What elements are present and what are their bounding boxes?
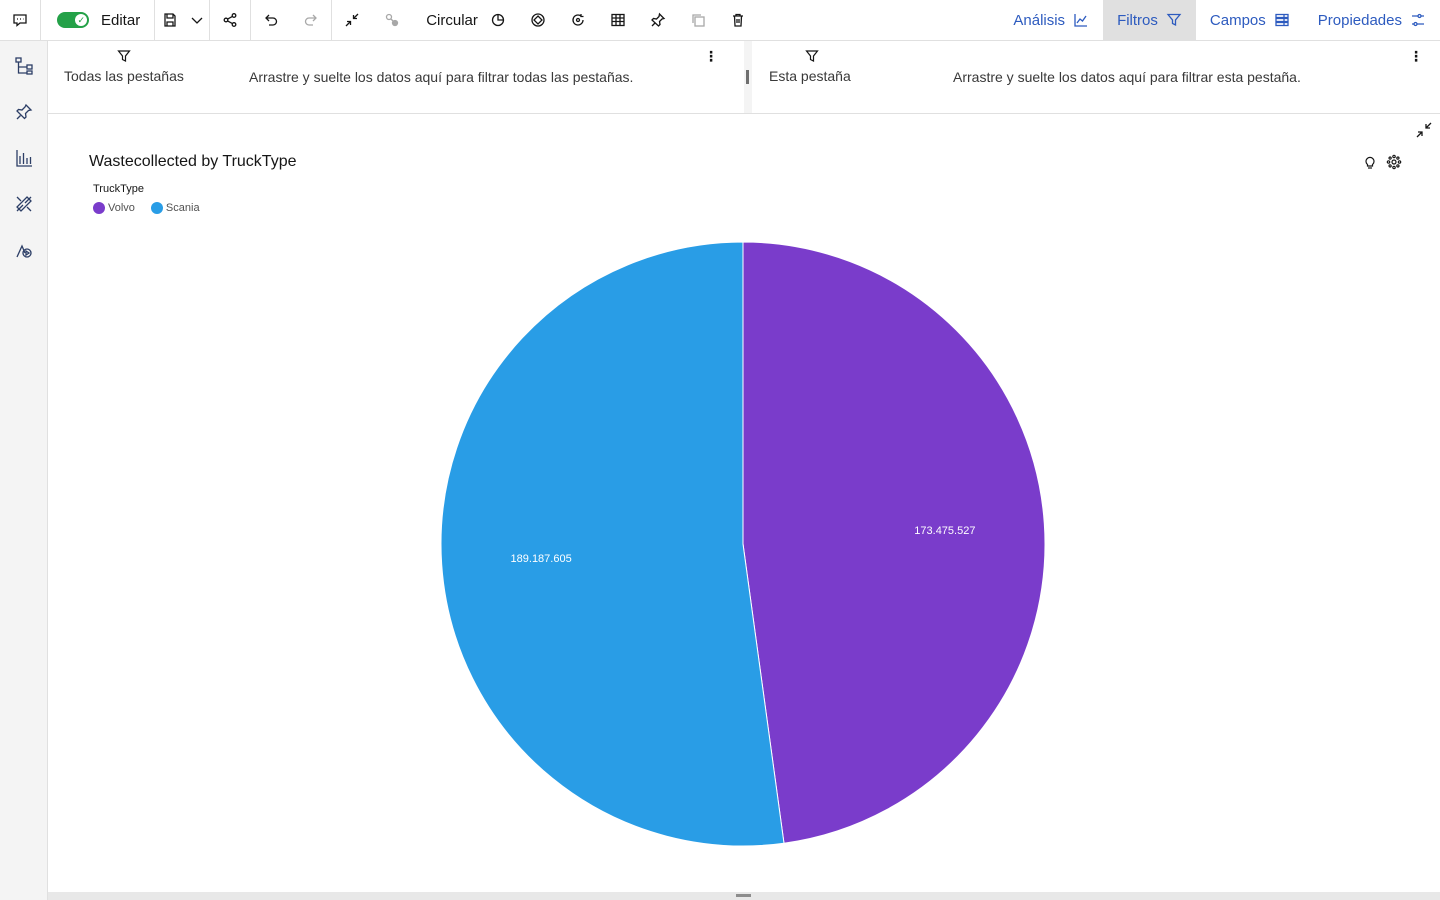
assets-button[interactable]	[0, 181, 48, 227]
pin-button[interactable]	[638, 0, 678, 40]
legend-item[interactable]: Volvo	[93, 202, 135, 214]
dashboard-canvas[interactable]: 173.475.527 189.187.605 Wastecollected by…	[48, 114, 1440, 892]
slice-value-label: 189.187.605	[511, 553, 572, 565]
table-icon	[611, 13, 625, 27]
panel-tabs: Análisis Filtros Campos Propiedades	[999, 0, 1440, 40]
bar-chart-icon	[16, 150, 32, 167]
shapes-media-icon	[16, 244, 32, 258]
connections-button[interactable]	[372, 0, 412, 40]
slice-value-label: 173.475.527	[914, 525, 975, 537]
divider-grip[interactable]	[746, 70, 749, 84]
visualizations-button[interactable]	[0, 135, 48, 181]
tab-sliders[interactable]: Propiedades	[1304, 0, 1440, 40]
trash-icon	[732, 13, 743, 27]
copy-icon	[692, 14, 705, 27]
fields-icon	[1275, 13, 1289, 27]
collapse-icon	[345, 13, 359, 27]
canvas-resize-bar[interactable]	[48, 892, 1440, 900]
undo-icon	[265, 14, 278, 26]
filter-panel-divider[interactable]	[744, 41, 752, 113]
tab-label: Filtros	[1117, 11, 1158, 29]
edit-label: Editar	[101, 11, 141, 29]
pin-icon	[16, 103, 33, 120]
edit-toggle[interactable]: ✓ Editar	[41, 0, 154, 40]
overflow-menu-icon[interactable]: ⋮	[704, 49, 718, 63]
duplicate-button[interactable]	[678, 0, 718, 40]
toolbar: ✓ Editar Circular Análisis Filtros Campo…	[0, 0, 1440, 41]
chart-type-label: Circular	[426, 11, 478, 29]
tab-fields[interactable]: Campos	[1196, 0, 1304, 40]
legend-swatch	[93, 202, 105, 214]
chart-settings-button[interactable]	[1386, 154, 1402, 170]
all-tabs-filter-hint: Arrastre y suelte los datos aquí para fi…	[249, 69, 634, 85]
navigate-icon	[531, 13, 545, 27]
delete-button[interactable]	[718, 0, 758, 40]
tools-icon	[16, 196, 32, 212]
pie-chart-icon	[491, 13, 505, 27]
pie-chart[interactable]: 173.475.527 189.187.605	[48, 114, 1440, 892]
comment-button[interactable]	[0, 0, 40, 40]
filter-icon	[117, 49, 131, 63]
this-tab-filter-panel[interactable]: Esta pestaña Arrastre y suelte los datos…	[752, 41, 1440, 113]
filter-icon	[805, 49, 819, 63]
chart-type-button[interactable]: Circular	[412, 0, 518, 40]
collapse-widget-button[interactable]	[1415, 121, 1433, 139]
this-tab-filter-hint: Arrastre y suelte los datos aquí para fi…	[953, 69, 1301, 85]
chevron-down-icon	[191, 17, 203, 24]
legend-item[interactable]: Scania	[150, 202, 200, 214]
pie-slice-scania[interactable]	[440, 241, 785, 847]
sliders-icon	[1412, 13, 1424, 27]
tab-label: Propiedades	[1317, 11, 1402, 29]
pie-slice-volvo[interactable]	[742, 241, 1046, 844]
drill-icon	[572, 14, 584, 26]
this-tab-filter-title: Esta pestaña	[769, 68, 851, 84]
collapse-widget-button[interactable]	[332, 0, 372, 40]
chart-title: Wastecollected by TruckType	[89, 153, 297, 170]
tab-analysis-chart[interactable]: Análisis	[999, 0, 1103, 40]
filter-bar: Todas las pestañas Arrastre y suelte los…	[48, 41, 1440, 114]
navigate-button[interactable]	[518, 0, 558, 40]
legend-title: TruckType	[93, 183, 144, 195]
drill-button[interactable]	[558, 0, 598, 40]
toggle-switch[interactable]: ✓	[57, 12, 89, 28]
data-tree-icon	[15, 57, 33, 75]
share-icon	[223, 13, 237, 27]
resize-grip[interactable]	[736, 894, 751, 897]
undo-button[interactable]	[251, 0, 291, 40]
save-dropdown-button[interactable]	[185, 0, 209, 40]
chart-tools	[1362, 154, 1402, 170]
pins-button[interactable]	[0, 89, 48, 135]
data-sources-button[interactable]	[0, 43, 48, 89]
all-tabs-filter-title: Todas las pestañas	[64, 68, 184, 84]
show-data-button[interactable]	[598, 0, 638, 40]
collapse-icon	[1416, 122, 1432, 138]
media-button[interactable]	[0, 227, 48, 273]
filter-icon	[1166, 13, 1182, 27]
tab-label: Análisis	[1013, 11, 1066, 29]
tab-label: Campos	[1209, 11, 1266, 29]
connections-icon	[386, 13, 399, 27]
all-tabs-filter-panel[interactable]: Todas las pestañas Arrastre y suelte los…	[48, 41, 744, 113]
save-button[interactable]	[155, 0, 185, 40]
save-icon	[164, 13, 176, 27]
chart-legend: Volvo Scania	[93, 202, 200, 214]
pin-icon	[650, 12, 666, 27]
legend-swatch	[150, 202, 163, 214]
insights-button[interactable]	[1362, 154, 1378, 170]
left-rail	[0, 41, 48, 900]
gear-icon	[1386, 154, 1402, 170]
redo-icon	[305, 14, 318, 26]
analysis-chart-icon	[1074, 14, 1088, 27]
legend-label: Scania	[165, 202, 200, 214]
overflow-menu-icon[interactable]: ⋮	[1409, 49, 1423, 63]
redo-button[interactable]	[291, 0, 331, 40]
legend-label: Volvo	[108, 202, 135, 214]
share-button[interactable]	[210, 0, 250, 40]
lightbulb-icon	[1365, 156, 1375, 169]
tab-filter[interactable]: Filtros	[1103, 0, 1196, 40]
